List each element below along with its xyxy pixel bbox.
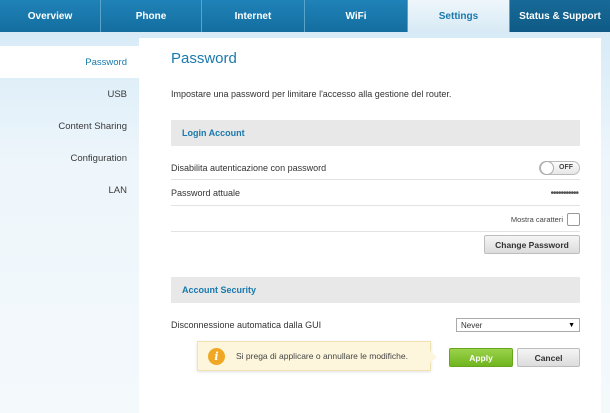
change-password-button[interactable]: Change Password [484, 235, 580, 254]
auto-disconnect-row: Disconnessione automatica dalla GUI Neve… [171, 314, 580, 336]
toggle-knob [540, 160, 554, 175]
current-password-row: Password attuale ••••••••••• [171, 181, 580, 206]
auto-disconnect-value: Never [461, 320, 483, 330]
page-title: Password [171, 50, 237, 67]
sidebar-item-password[interactable]: Password [0, 46, 139, 78]
tab-phone[interactable]: Phone [101, 0, 202, 32]
disable-auth-toggle[interactable]: OFF [539, 160, 580, 175]
tab-wifi[interactable]: WiFi [305, 0, 408, 32]
intro-text: Impostare una password per limitare l'ac… [171, 89, 452, 99]
current-password-field[interactable]: ••••••••••• [550, 188, 578, 199]
sidebar-item-configuration[interactable]: Configuration [0, 142, 139, 174]
toggle-state-label: OFF [559, 164, 573, 171]
auto-disconnect-select[interactable]: Never ▼ [456, 318, 580, 332]
sidebar-item-lan[interactable]: LAN [0, 174, 139, 206]
sidebar: Password USB Content Sharing Configurati… [0, 46, 139, 206]
login-account-header: Login Account [171, 120, 580, 146]
apply-button[interactable]: Apply [449, 348, 513, 367]
show-chars-label: Mostra caratteri [510, 214, 563, 224]
tab-internet[interactable]: Internet [202, 0, 305, 32]
tab-status-support[interactable]: Status & Support [510, 0, 610, 32]
tab-overview[interactable]: Overview [0, 0, 101, 32]
account-security-header: Account Security [171, 277, 580, 303]
current-password-label: Password attuale [171, 188, 241, 198]
sidebar-item-content-sharing[interactable]: Content Sharing [0, 110, 139, 142]
dropdown-arrow-icon: ▼ [568, 321, 575, 329]
unsaved-changes-notice: i Si prega di applicare o annullare le m… [197, 341, 437, 371]
show-chars-checkbox[interactable] [567, 212, 580, 226]
sidebar-item-usb[interactable]: USB [0, 78, 139, 110]
info-icon: i [208, 347, 225, 365]
notice-text: Si prega di applicare o annullare le mod… [236, 351, 408, 361]
tab-settings[interactable]: Settings [408, 0, 510, 32]
disable-auth-row: Disabilita autenticazione con password O… [171, 156, 580, 180]
cancel-button[interactable]: Cancel [517, 348, 580, 367]
disable-auth-label: Disabilita autenticazione con password [171, 162, 327, 173]
top-navigation: Overview Phone Internet WiFi Settings St… [0, 0, 610, 32]
show-chars-row: Mostra caratteri [171, 207, 580, 232]
auto-disconnect-label: Disconnessione automatica dalla GUI [171, 320, 322, 330]
